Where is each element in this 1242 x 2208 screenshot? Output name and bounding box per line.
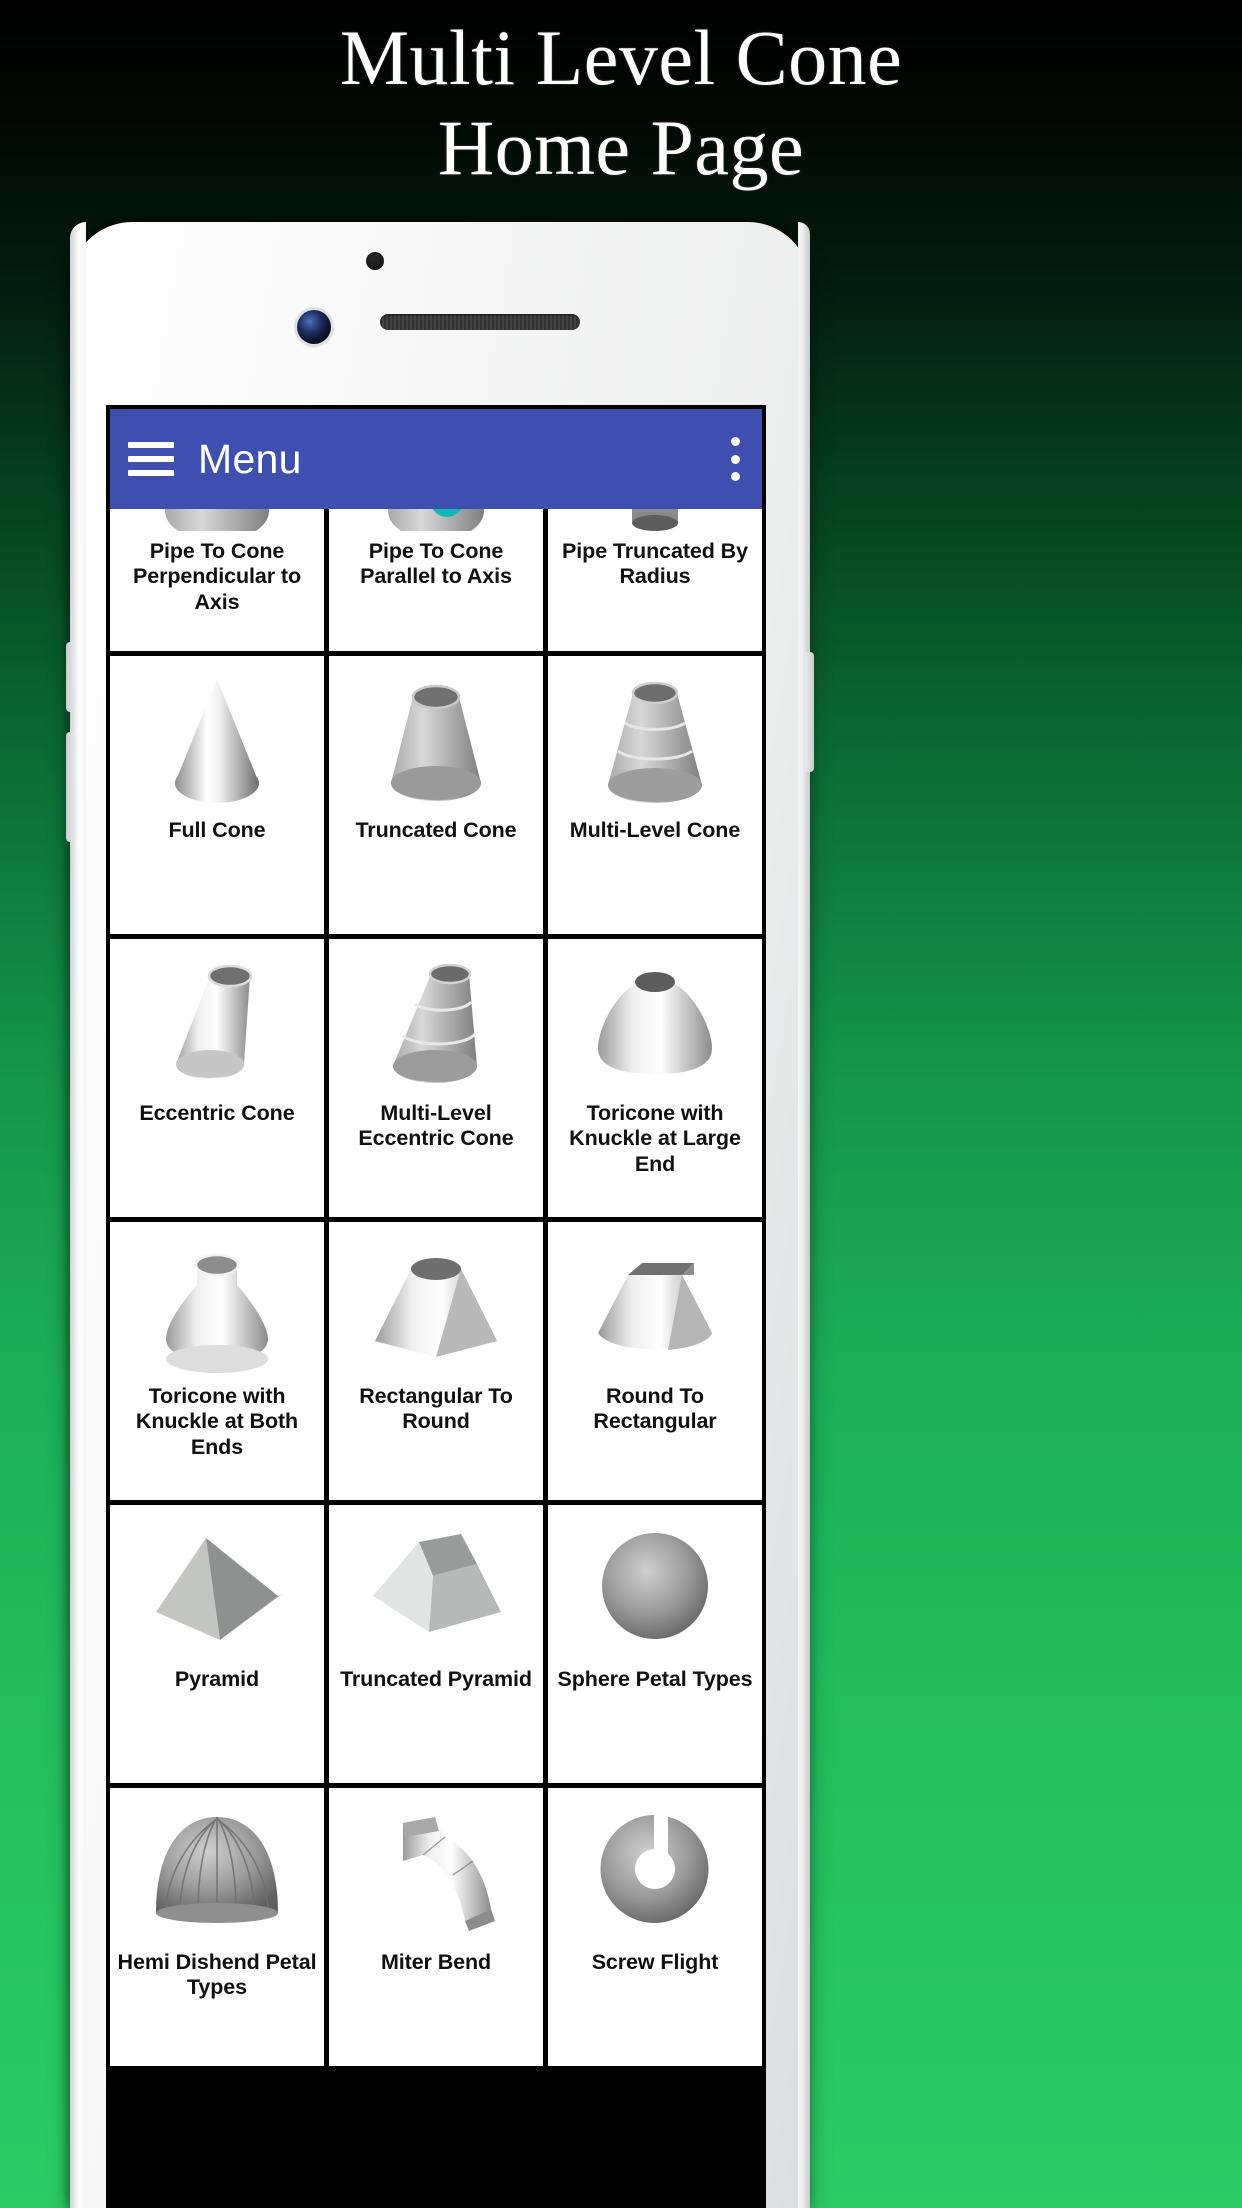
page-title-line-2: Home Page	[437, 103, 805, 191]
grid-item-multi-level-cone[interactable]: Multi-Level Cone	[548, 656, 762, 934]
grid-item-label: Toricone with Knuckle at Large End	[569, 1101, 741, 1176]
grid-item-label: Multi-Level Cone	[569, 818, 741, 842]
rectangular-to-round-icon	[329, 1232, 543, 1382]
grid-item-screw-flight[interactable]: Screw Flight	[548, 1788, 762, 2066]
grid-item-label: Miter Bend	[380, 1950, 492, 1974]
phone-power-button	[805, 652, 814, 772]
grid-item-label: Toricone with Knuckle at Both Ends	[135, 1384, 299, 1459]
grid-item-hemi-dishend-petal-types[interactable]: Hemi Dishend Petal Types	[110, 1788, 324, 2066]
app-bar: Menu	[110, 409, 762, 509]
grid-item-label: Sphere Petal Types	[557, 1667, 753, 1691]
proximity-sensor-icon	[366, 252, 384, 270]
more-vertical-icon[interactable]	[730, 437, 740, 481]
grid-item-label: Full Cone	[168, 818, 266, 842]
app-bar-title: Menu	[198, 435, 302, 482]
phone-volume-down-button	[66, 732, 75, 842]
grid-item-multi-level-eccentric-cone[interactable]: Multi-Level Eccentric Cone	[329, 939, 543, 1217]
pipe-to-cone-parallel-icon	[329, 509, 543, 531]
grid-item-label: Eccentric Cone	[139, 1101, 295, 1125]
earpiece-speaker-icon	[380, 314, 580, 330]
round-to-rectangular-icon	[548, 1232, 762, 1382]
grid-item-pyramid[interactable]: Pyramid	[110, 1505, 324, 1783]
grid-item-truncated-pyramid[interactable]: Truncated Pyramid	[329, 1505, 543, 1783]
pyramid-icon	[110, 1515, 324, 1665]
grid-item-label: Round To Rectangular	[593, 1384, 717, 1434]
grid-item-label: Pipe To Cone Parallel to Axis	[360, 539, 512, 589]
grid-item-label: Rectangular To Round	[359, 1384, 513, 1434]
eccentric-cone-icon	[110, 949, 324, 1099]
grid-item-pipe-to-cone-parallel[interactable]: Pipe To Cone Parallel to Axis	[329, 509, 543, 651]
grid-item-label: Pipe Truncated By Radius	[562, 539, 748, 589]
toricone-knuckle-large-end-icon	[548, 949, 762, 1099]
grid-item-pipe-to-cone-perpendicular[interactable]: Pipe To Cone Perpendicular to Axis	[110, 509, 324, 651]
app-screen: Menu Pipe To Cone Perpendicular to Axis	[106, 405, 766, 2208]
pipe-to-cone-perpendicular-icon	[110, 509, 324, 531]
hamburger-menu-icon[interactable]	[128, 442, 174, 476]
sphere-petal-types-icon	[548, 1515, 762, 1665]
grid-item-round-to-rectangular[interactable]: Round To Rectangular	[548, 1222, 762, 1500]
grid-item-eccentric-cone[interactable]: Eccentric Cone	[110, 939, 324, 1217]
grid-item-toricone-knuckle-both-ends[interactable]: Toricone with Knuckle at Both Ends	[110, 1222, 324, 1500]
phone-bezel-left	[70, 222, 86, 2208]
app-store-promo-screenshot: Multi Level Cone Home Page Menu Pipe To …	[0, 0, 1242, 2208]
page-title-line-1: Multi Level Cone	[339, 14, 903, 101]
grid-item-label: Hemi Dishend Petal Types	[117, 1950, 317, 2000]
multi-level-cone-icon	[548, 666, 762, 816]
screw-flight-icon	[548, 1798, 762, 1948]
miter-bend-icon	[329, 1798, 543, 1948]
front-camera-icon	[297, 310, 331, 344]
multi-level-eccentric-cone-icon	[329, 949, 543, 1099]
grid-item-truncated-cone[interactable]: Truncated Cone	[329, 656, 543, 934]
grid-item-label: Pipe To Cone Perpendicular to Axis	[132, 539, 302, 614]
full-cone-icon	[110, 666, 324, 816]
grid-item-toricone-knuckle-large-end[interactable]: Toricone with Knuckle at Large End	[548, 939, 762, 1217]
grid-item-pipe-truncated-by-radius[interactable]: Pipe Truncated By Radius	[548, 509, 762, 651]
toricone-knuckle-both-ends-icon	[110, 1232, 324, 1382]
phone-bezel-right	[798, 222, 810, 2208]
grid-item-miter-bend[interactable]: Miter Bend	[329, 1788, 543, 2066]
grid-item-rectangular-to-round[interactable]: Rectangular To Round	[329, 1222, 543, 1500]
pipe-truncated-by-radius-icon	[548, 509, 762, 531]
phone-volume-up-button	[66, 642, 75, 712]
page-title: Multi Level Cone Home Page	[0, 6, 1242, 187]
shape-grid: Pipe To Cone Perpendicular to Axis Pipe …	[110, 509, 762, 2066]
grid-item-label: Truncated Pyramid	[340, 1667, 532, 1691]
grid-item-sphere-petal-types[interactable]: Sphere Petal Types	[548, 1505, 762, 1783]
grid-item-full-cone[interactable]: Full Cone	[110, 656, 324, 934]
truncated-pyramid-icon	[329, 1515, 543, 1665]
hemi-dishend-petal-types-icon	[110, 1798, 324, 1948]
grid-item-label: Truncated Cone	[355, 818, 517, 842]
phone-mockup: Menu Pipe To Cone Perpendicular to Axis	[66, 222, 814, 2208]
grid-item-label: Multi-Level Eccentric Cone	[358, 1101, 514, 1151]
grid-item-label: Screw Flight	[591, 1950, 719, 1974]
truncated-cone-icon	[329, 666, 543, 816]
grid-item-label: Pyramid	[174, 1667, 260, 1691]
